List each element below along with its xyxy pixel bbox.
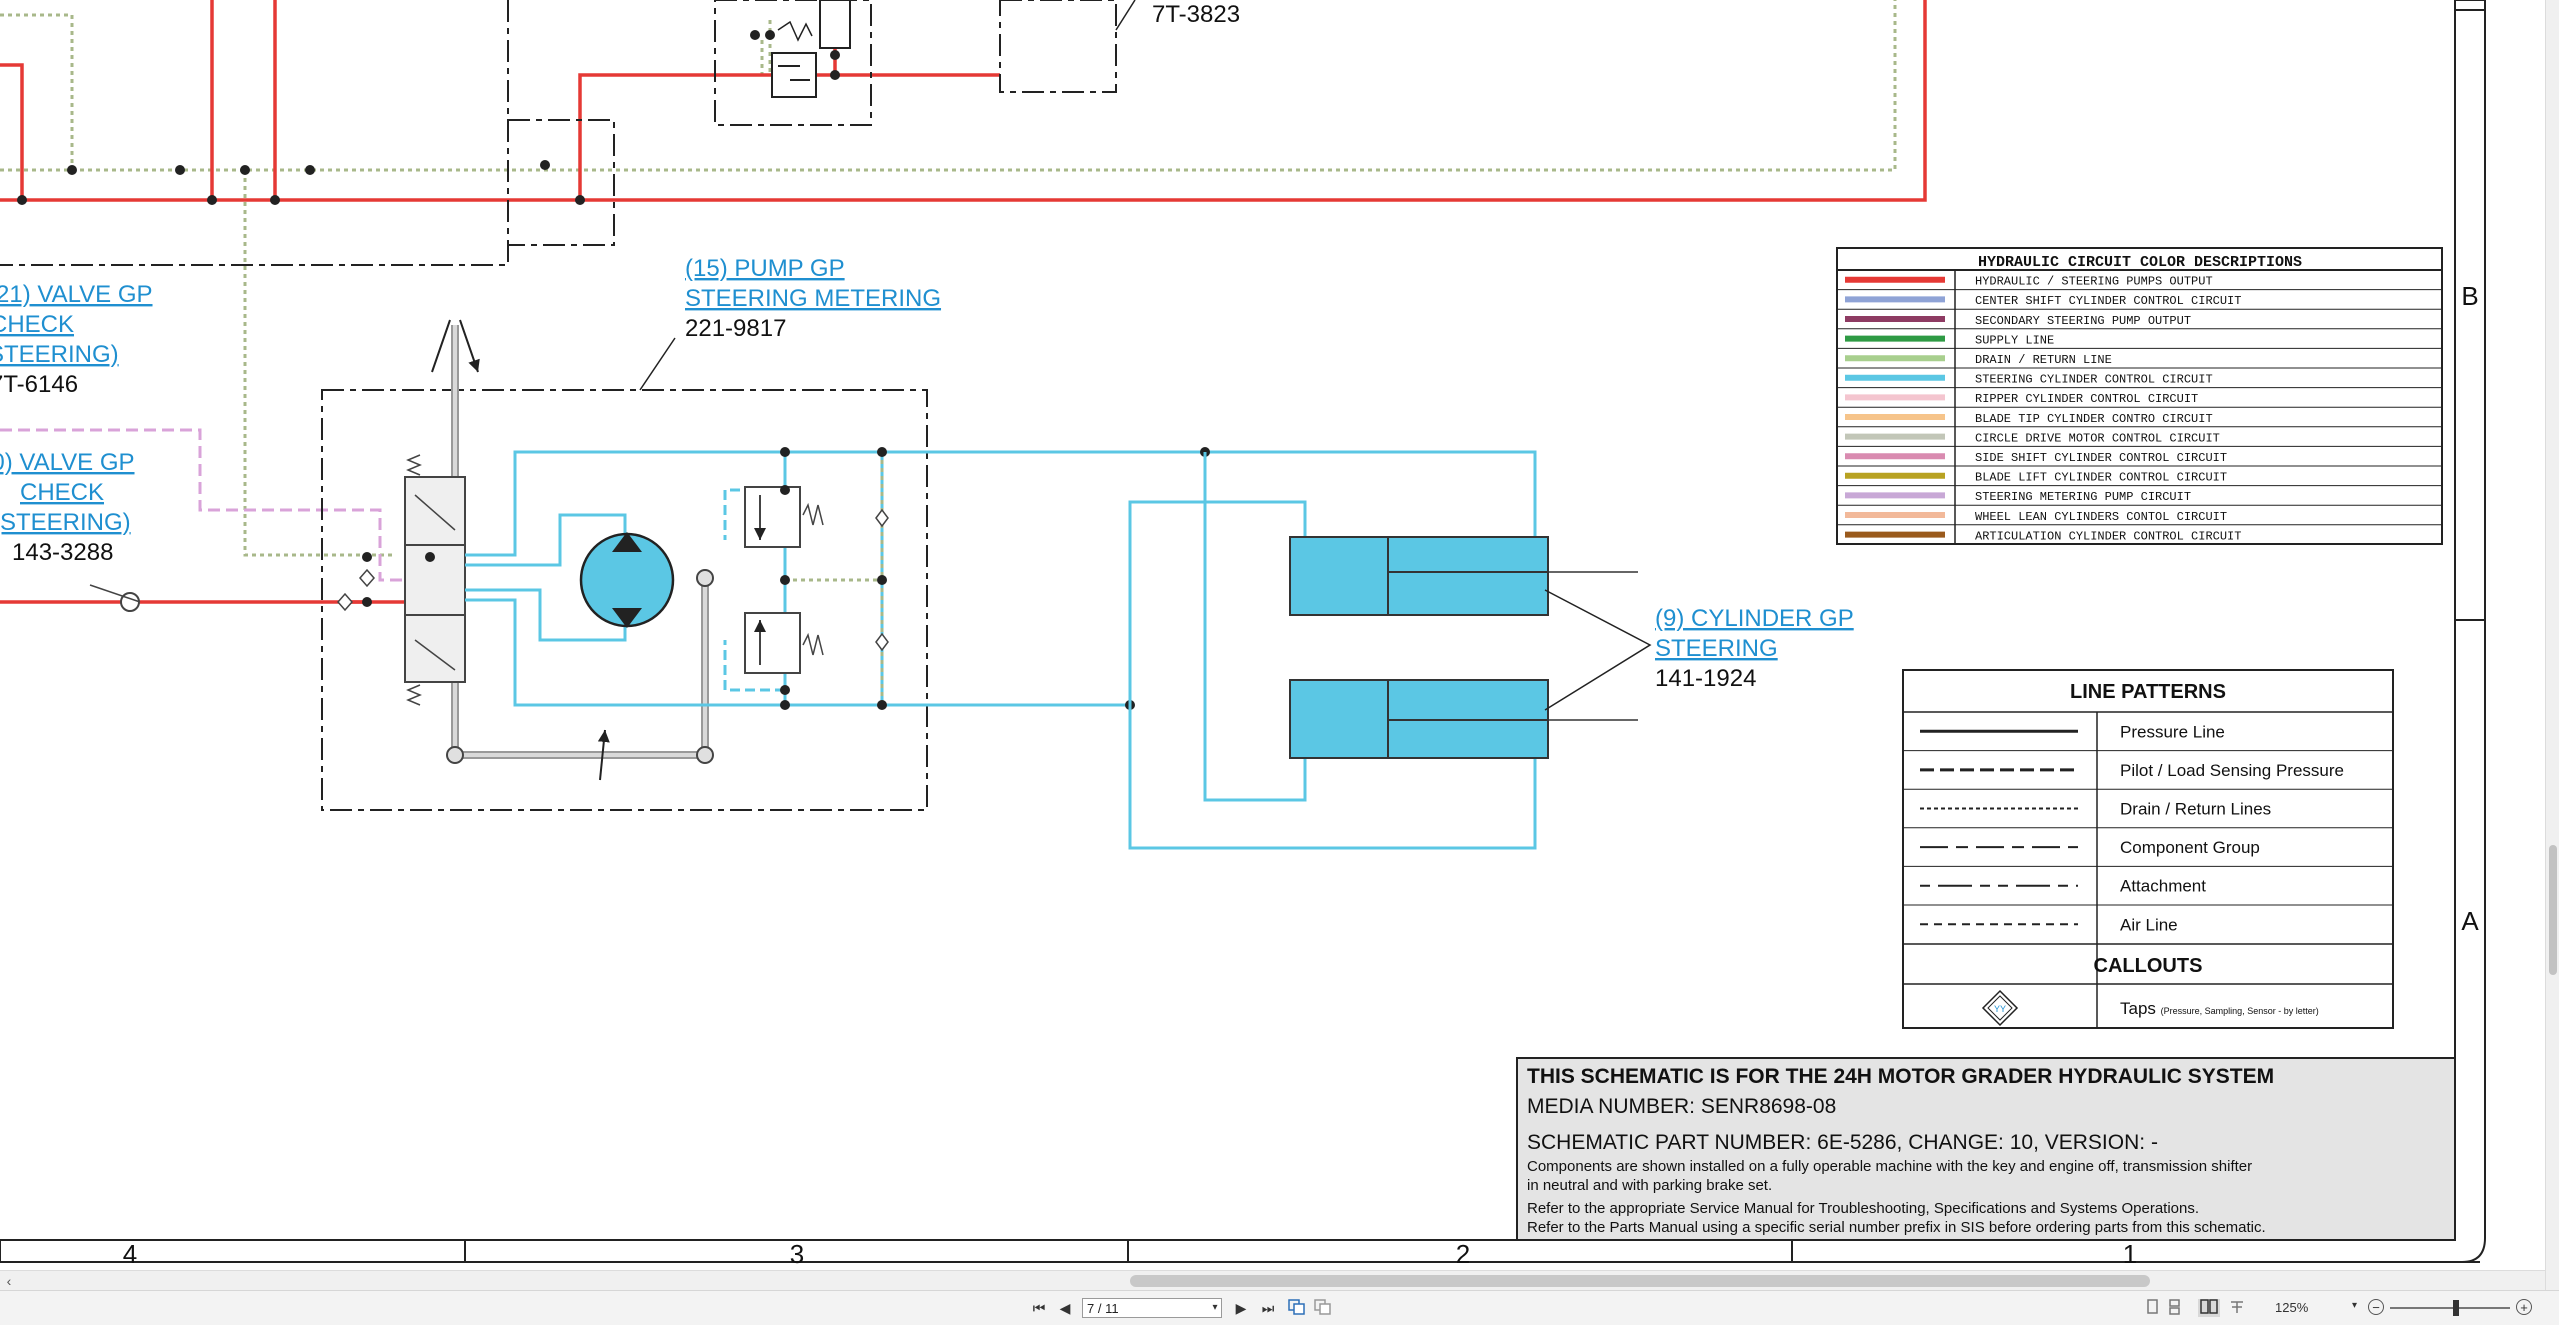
- svg-text:Refer to the appropriate Servi: Refer to the appropriate Service Manual …: [1527, 1200, 2199, 1217]
- svg-text:(15) PUMP GP: (15) PUMP GP: [685, 255, 845, 282]
- line-pattern-label: Pressure Line: [2120, 722, 2225, 741]
- bottom-toolbar: ⏮ ◀ 7 / 11 ▾ ▶ ⏭ 125% ▾ − +: [0, 1290, 2559, 1325]
- taps-label: Taps: [2120, 999, 2156, 1018]
- zoom-in-button[interactable]: +: [2516, 1299, 2532, 1315]
- grid-row-b: B: [2461, 281, 2478, 311]
- svg-text:(21) VALVE GP: (21) VALVE GP: [0, 281, 153, 308]
- svg-text:(20) VALVE GP: (20) VALVE GP: [0, 449, 135, 476]
- svg-text:7T-6146: 7T-6146: [0, 371, 78, 398]
- previous-page-button[interactable]: ◀: [1056, 1299, 1074, 1317]
- callouts-title: CALLOUTS: [2094, 955, 2203, 977]
- color-row-label: BLADE LIFT CYLINDER CONTROL CIRCUIT: [1975, 471, 2227, 485]
- top-circuit: [0, 0, 1927, 557]
- vertical-scroll-thumb[interactable]: [2549, 845, 2557, 975]
- color-row-label: SECONDARY STEERING PUMP OUTPUT: [1975, 314, 2191, 328]
- page-number-field[interactable]: 7 / 11: [1082, 1298, 1222, 1318]
- zoom-slider[interactable]: [2390, 1307, 2510, 1309]
- color-row-label: ARTICULATION CYLINDER CONTROL CIRCUIT: [1975, 529, 2241, 543]
- color-row-label: HYDRAULIC / STEERING PUMPS OUTPUT: [1975, 275, 2213, 289]
- grid-row-a: A: [2461, 906, 2479, 936]
- svg-text:CHECK: CHECK: [0, 311, 74, 338]
- svg-text:(9) CYLINDER GP: (9) CYLINDER GP: [1655, 605, 1854, 632]
- color-table-title: HYDRAULIC CIRCUIT COLOR DESCRIPTIONS: [1978, 254, 2302, 271]
- callout-valve-21[interactable]: (21) VALVE GP CHECK (STEERING) 7T-6146: [0, 281, 153, 398]
- color-row-label: SIDE SHIFT CYLINDER CONTROL CIRCUIT: [1975, 451, 2227, 465]
- part-7t-3823: 7T-3823: [1152, 1, 1240, 28]
- svg-text:STEERING: STEERING: [1655, 635, 1778, 662]
- line-pattern-label: Air Line: [2120, 915, 2178, 934]
- next-page-button[interactable]: ▶: [1232, 1299, 1250, 1317]
- info-part: SCHEMATIC PART NUMBER: 6E-5286, CHANGE: …: [1527, 1131, 2158, 1154]
- info-media: MEDIA NUMBER: SENR8698-08: [1527, 1095, 1836, 1118]
- color-row-label: WHEEL LEAN CYLINDERS CONTOL CIRCUIT: [1975, 510, 2227, 524]
- schematic-info-box: THIS SCHEMATIC IS FOR THE 24H MOTOR GRAD…: [1516, 1057, 2456, 1241]
- svg-text:STEERING METERING: STEERING METERING: [685, 285, 941, 312]
- svg-text:(STEERING): (STEERING): [0, 509, 131, 536]
- line-patterns-table: LINE PATTERNS CALLOUTS YY Taps (Pressure…: [1902, 669, 2394, 1029]
- svg-text:in neutral and with parking br: in neutral and with parking brake set.: [1527, 1177, 1772, 1194]
- continuous-view-icon[interactable]: [2167, 1299, 2183, 1317]
- color-row-label: CENTER SHIFT CYLINDER CONTROL CIRCUIT: [1975, 294, 2241, 308]
- steering-cylinders: [1128, 452, 1652, 850]
- page-dropdown-icon[interactable]: ▾: [1208, 1299, 1222, 1317]
- horizontal-scrollbar[interactable]: ‹: [0, 1270, 2545, 1291]
- svg-text:Components are shown installed: Components are shown installed on a full…: [1527, 1158, 2252, 1175]
- callout-pump-15[interactable]: (15) PUMP GP STEERING METERING 221-9817: [685, 255, 941, 342]
- svg-text:Refer to the Parts Manual usin: Refer to the Parts Manual using a specif…: [1527, 1219, 2266, 1236]
- paste-pages-icon[interactable]: [1314, 1299, 1332, 1317]
- color-descriptions-table: HYDRAULIC CIRCUIT COLOR DESCRIPTIONS HYD…: [1836, 247, 2443, 545]
- color-row-label: STEERING METERING PUMP CIRCUIT: [1975, 490, 2191, 504]
- first-page-button[interactable]: ⏮: [1030, 1299, 1048, 1317]
- svg-text:141-1924: 141-1924: [1655, 665, 1756, 692]
- line-pattern-label: Component Group: [2120, 838, 2260, 857]
- line-patterns-title: LINE PATTERNS: [2070, 681, 2226, 703]
- last-page-button[interactable]: ⏭: [1258, 1299, 1278, 1317]
- zoom-slider-knob[interactable]: [2453, 1300, 2459, 1316]
- grid-col-4: 4: [123, 1239, 137, 1269]
- taps-note: (Pressure, Sampling, Sensor - by letter): [2161, 1006, 2319, 1016]
- zoom-out-button[interactable]: −: [2368, 1299, 2384, 1315]
- grid-col-3: 3: [790, 1239, 804, 1269]
- document-viewport[interactable]: 7T-3823 (21) VALVE GP CHECK (STEERING) 7…: [0, 0, 2545, 1270]
- color-row-label: DRAIN / RETURN LINE: [1975, 353, 2112, 367]
- info-title: THIS SCHEMATIC IS FOR THE 24H MOTOR GRAD…: [1527, 1065, 2274, 1088]
- vertical-scrollbar[interactable]: [2545, 0, 2559, 1290]
- callout-valve-20[interactable]: (20) VALVE GP CHECK (STEERING) 143-3288: [0, 449, 135, 566]
- zoom-dropdown-icon[interactable]: ▾: [2352, 1300, 2357, 1311]
- zoom-level[interactable]: 125%: [2275, 1300, 2308, 1315]
- copy-pages-icon[interactable]: [1288, 1299, 1306, 1317]
- fit-width-icon[interactable]: [2228, 1299, 2246, 1317]
- svg-text:143-3288: 143-3288: [12, 539, 113, 566]
- grid-col-2: 2: [1456, 1239, 1470, 1269]
- svg-text:(STEERING): (STEERING): [0, 341, 119, 368]
- hydraulic-schematic: 7T-3823 (21) VALVE GP CHECK (STEERING) 7…: [0, 0, 2486, 1269]
- line-pattern-label: Attachment: [2120, 877, 2206, 896]
- color-row-label: SUPPLY LINE: [1975, 333, 2054, 347]
- color-row-label: BLADE TIP CYLINDER CONTRO CIRCUIT: [1975, 412, 2213, 426]
- two-page-view-icon[interactable]: [2198, 1299, 2220, 1317]
- color-row-label: STEERING CYLINDER CONTROL CIRCUIT: [1975, 373, 2213, 387]
- callout-cylinder-9[interactable]: (9) CYLINDER GP STEERING 141-1924: [1655, 605, 1854, 692]
- color-row-label: RIPPER CYLINDER CONTROL CIRCUIT: [1975, 392, 2198, 406]
- svg-text:YY: YY: [1994, 1004, 2006, 1014]
- scroll-left-arrow-icon[interactable]: ‹: [0, 1271, 18, 1291]
- horizontal-scroll-thumb[interactable]: [1130, 1275, 2150, 1287]
- line-pattern-label: Drain / Return Lines: [2120, 800, 2271, 819]
- line-pattern-label: Pilot / Load Sensing Pressure: [2120, 761, 2344, 780]
- single-page-view-icon[interactable]: [2145, 1299, 2161, 1317]
- svg-text:221-9817: 221-9817: [685, 315, 786, 342]
- grid-col-1: 1: [2123, 1239, 2137, 1269]
- svg-text:CHECK: CHECK: [20, 479, 104, 506]
- color-row-label: CIRCLE DRIVE MOTOR CONTROL CIRCUIT: [1975, 431, 2220, 445]
